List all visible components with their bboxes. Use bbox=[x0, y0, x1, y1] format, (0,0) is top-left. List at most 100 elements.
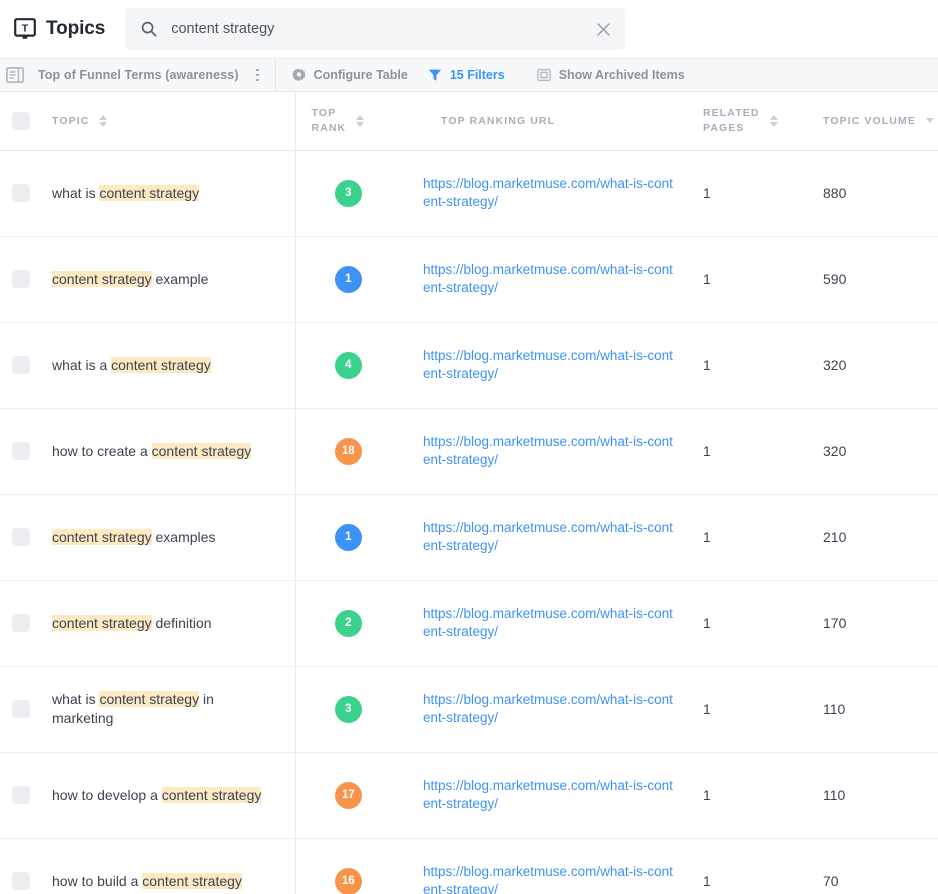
select-all-cell bbox=[0, 92, 52, 151]
search-bar[interactable]: content strategy bbox=[125, 8, 626, 50]
topics-table-container: TOPIC TOP RANK TOP RANKING URL RELATED P… bbox=[0, 92, 938, 894]
cell-top-rank: 4 bbox=[294, 322, 423, 408]
row-checkbox[interactable] bbox=[12, 872, 30, 890]
cell-topic[interactable]: how to build a content strategy bbox=[52, 838, 295, 894]
cell-top-ranking-url[interactable]: https://blog.marketmuse.com/what-is-cont… bbox=[423, 322, 681, 408]
topic-highlight: content strategy bbox=[99, 691, 200, 707]
gear-icon bbox=[291, 68, 306, 82]
close-icon[interactable] bbox=[596, 22, 611, 37]
sort-related-pages-icon[interactable] bbox=[769, 114, 778, 127]
cell-topic[interactable]: content strategy example bbox=[52, 236, 295, 322]
top-ranking-url-link[interactable]: https://blog.marketmuse.com/what-is-cont… bbox=[423, 605, 681, 641]
configure-table-button[interactable]: Configure Table bbox=[276, 59, 424, 91]
topic-highlight: content strategy bbox=[161, 786, 262, 803]
table-row[interactable]: content strategy definition 2 https://blog… bbox=[0, 580, 938, 666]
cell-top-ranking-url[interactable]: https://blog.marketmuse.com/what-is-cont… bbox=[423, 752, 681, 838]
rank-badge: 17 bbox=[334, 781, 362, 809]
cell-top-rank: 16 bbox=[294, 838, 423, 894]
row-checkbox[interactable] bbox=[12, 442, 30, 460]
top-ranking-url-link[interactable]: https://blog.marketmuse.com/what-is-cont… bbox=[423, 175, 681, 211]
table-body: what is content strategy 3 https://blog.ma… bbox=[0, 150, 938, 894]
row-checkbox[interactable] bbox=[12, 184, 30, 202]
cell-top-ranking-url[interactable]: https://blog.marketmuse.com/what-is-cont… bbox=[423, 150, 681, 236]
rank-badge: 18 bbox=[334, 437, 362, 465]
top-ranking-url-link[interactable]: https://blog.marketmuse.com/what-is-cont… bbox=[423, 863, 681, 894]
cell-topic-volume: 110 bbox=[803, 666, 938, 752]
show-archived-items-button[interactable]: Show Archived Items bbox=[521, 59, 701, 91]
top-ranking-url-link[interactable]: https://blog.marketmuse.com/what-is-cont… bbox=[423, 261, 681, 297]
row-checkbox[interactable] bbox=[12, 270, 30, 288]
column-header-related-pages[interactable]: RELATED PAGES bbox=[681, 92, 803, 151]
row-checkbox[interactable] bbox=[12, 700, 30, 718]
rank-badge: 3 bbox=[334, 695, 362, 723]
row-checkbox[interactable] bbox=[12, 356, 30, 374]
table-toolbar: Top of Funnel Terms (awareness) Configur… bbox=[0, 58, 938, 92]
row-checkbox[interactable] bbox=[12, 786, 30, 804]
cell-top-ranking-url[interactable]: https://blog.marketmuse.com/what-is-cont… bbox=[423, 838, 681, 894]
cell-topic[interactable]: what is content strategy bbox=[52, 150, 295, 236]
configure-table-label: Configure Table bbox=[313, 68, 408, 82]
column-header-topic-volume-label: TOPIC VOLUME bbox=[823, 114, 916, 127]
top-ranking-url-link[interactable]: https://blog.marketmuse.com/what-is-cont… bbox=[423, 433, 681, 469]
select-all-checkbox[interactable] bbox=[12, 111, 30, 130]
column-header-top-rank[interactable]: TOP RANK bbox=[294, 92, 423, 151]
rank-badge: 1 bbox=[334, 523, 362, 551]
cell-topic[interactable]: content strategy examples bbox=[52, 494, 295, 580]
related-pages-line-1: RELATED bbox=[703, 106, 760, 119]
top-rank-line-2: RANK bbox=[311, 121, 347, 134]
related-pages-line-2: PAGES bbox=[703, 121, 745, 134]
topic-highlight: content strategy bbox=[52, 614, 152, 631]
column-header-related-pages-label: RELATED PAGES bbox=[703, 106, 760, 136]
table-row[interactable]: what is content strategy 3 https://blog.ma… bbox=[0, 150, 938, 236]
row-select-cell bbox=[0, 494, 52, 580]
filters-button[interactable]: 15 Filters bbox=[424, 59, 521, 91]
cell-top-ranking-url[interactable]: https://blog.marketmuse.com/what-is-cont… bbox=[423, 236, 681, 322]
cell-topic[interactable]: how to create a content strategy bbox=[52, 408, 295, 494]
table-row[interactable]: content strategy example 1 https://blog.ma… bbox=[0, 236, 938, 322]
view-name-label[interactable]: Top of Funnel Terms (awareness) bbox=[30, 68, 251, 82]
cell-top-ranking-url[interactable]: https://blog.marketmuse.com/what-is-cont… bbox=[423, 408, 681, 494]
table-row[interactable]: what is content strategy in marketing 3 ht… bbox=[0, 666, 938, 752]
top-ranking-url-link[interactable]: https://blog.marketmuse.com/what-is-cont… bbox=[423, 777, 681, 813]
cell-top-rank: 18 bbox=[294, 408, 423, 494]
cell-top-ranking-url[interactable]: https://blog.marketmuse.com/what-is-cont… bbox=[423, 494, 681, 580]
topic-highlight: content strategy bbox=[142, 872, 242, 889]
column-header-topic-volume[interactable]: TOPIC VOLUME bbox=[803, 92, 938, 151]
cell-topic[interactable]: content strategy definition bbox=[52, 580, 295, 666]
top-ranking-url-link[interactable]: https://blog.marketmuse.com/what-is-cont… bbox=[423, 691, 681, 727]
topic-highlight: content strategy bbox=[111, 356, 211, 373]
row-select-cell bbox=[0, 666, 52, 752]
table-row[interactable]: how to develop a content strategy 17 https… bbox=[0, 752, 938, 838]
topic-highlight: content strategy bbox=[52, 270, 152, 287]
cell-topic[interactable]: what is content strategy in marketing bbox=[52, 666, 295, 752]
top-ranking-url-link[interactable]: https://blog.marketmuse.com/what-is-cont… bbox=[423, 347, 681, 383]
table-row[interactable]: what is a content strategy 4 https://blog.… bbox=[0, 322, 938, 408]
search-icon bbox=[141, 21, 157, 37]
column-header-topic[interactable]: TOPIC bbox=[52, 92, 295, 151]
sort-topic-icon[interactable] bbox=[99, 114, 108, 127]
top-ranking-url-link[interactable]: https://blog.marketmuse.com/what-is-cont… bbox=[423, 519, 681, 555]
sort-topic-volume-icon[interactable] bbox=[925, 118, 934, 124]
cell-top-ranking-url[interactable]: https://blog.marketmuse.com/what-is-cont… bbox=[423, 666, 681, 752]
row-select-cell bbox=[0, 322, 52, 408]
sort-top-rank-icon[interactable] bbox=[356, 114, 365, 127]
cell-top-ranking-url[interactable]: https://blog.marketmuse.com/what-is-cont… bbox=[423, 580, 681, 666]
archive-box-icon bbox=[536, 68, 551, 82]
cell-topic-volume: 210 bbox=[803, 494, 938, 580]
topic-highlight: content strategy bbox=[151, 442, 252, 459]
table-row[interactable]: content strategy examples 1 https://blog.m… bbox=[0, 494, 938, 580]
brand: T Topics bbox=[14, 18, 119, 40]
table-row[interactable]: how to create a content strategy 18 https:… bbox=[0, 408, 938, 494]
table-row[interactable]: how to build a content strategy 16 https:/… bbox=[0, 838, 938, 894]
row-checkbox[interactable] bbox=[12, 614, 30, 632]
more-options-icon[interactable] bbox=[251, 67, 265, 83]
table-header-row: TOPIC TOP RANK TOP RANKING URL RELATED P… bbox=[0, 92, 938, 151]
row-checkbox[interactable] bbox=[12, 528, 30, 546]
search-input[interactable]: content strategy bbox=[171, 22, 582, 37]
page-title: Topics bbox=[46, 18, 106, 39]
cell-top-rank: 1 bbox=[294, 494, 423, 580]
cell-topic[interactable]: what is a content strategy bbox=[52, 322, 295, 408]
side-panel-toggle-icon[interactable] bbox=[0, 67, 30, 83]
cell-topic[interactable]: how to develop a content strategy bbox=[52, 752, 295, 838]
cell-topic-volume: 170 bbox=[803, 580, 938, 666]
